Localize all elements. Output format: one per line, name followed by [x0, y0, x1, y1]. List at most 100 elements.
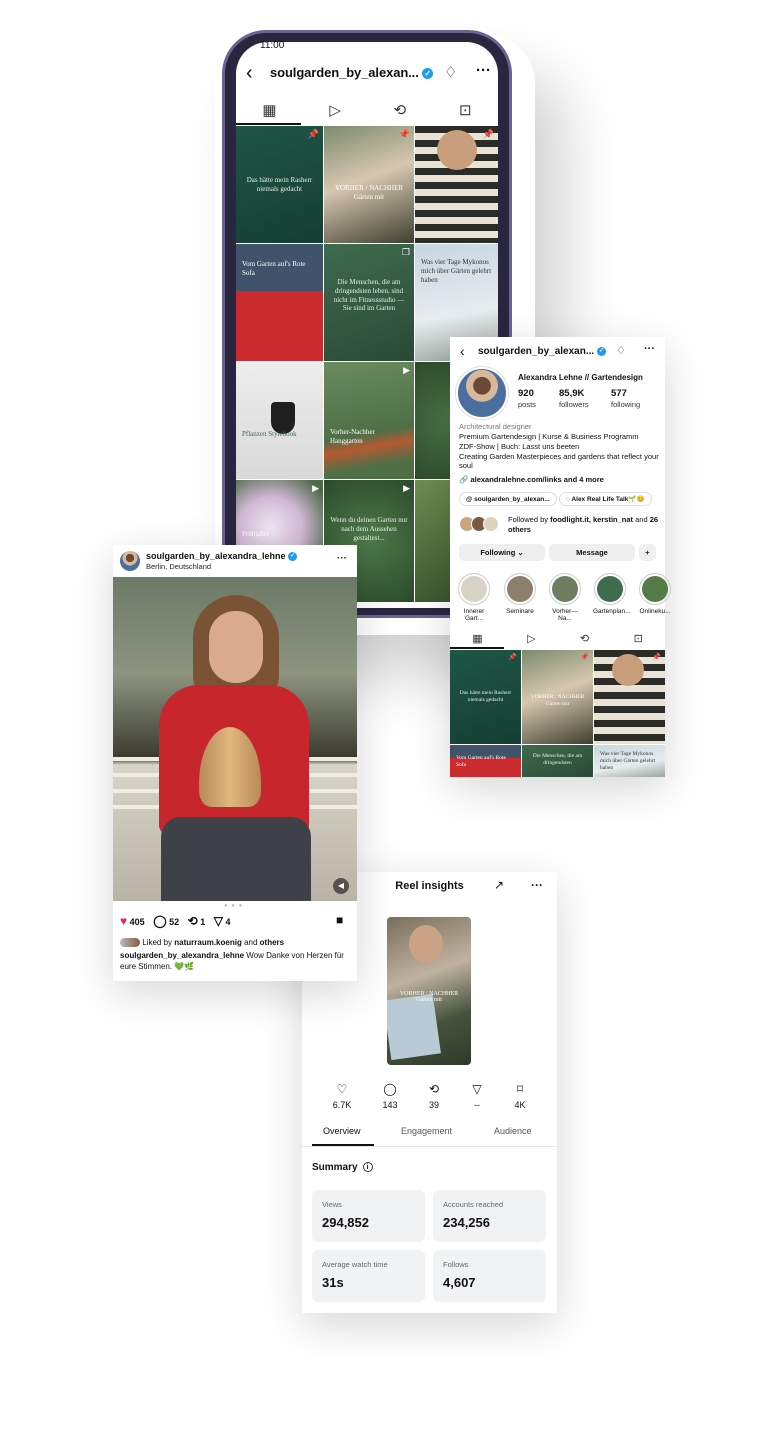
- share-icon[interactable]: ▽: [214, 914, 223, 928]
- reels-icon[interactable]: ▷: [329, 101, 341, 119]
- share-icon: ▽: [472, 1082, 482, 1096]
- save-icon: ⌑: [516, 1082, 524, 1096]
- followed-names: foodlight.it, kerstin_nat: [550, 515, 634, 524]
- stat-posts[interactable]: 920 posts: [518, 388, 536, 409]
- metric-value: 39: [428, 1100, 439, 1110]
- followed-by-text[interactable]: Followed by foodlight.it, kerstin_nat an…: [508, 515, 660, 535]
- profile-tabs: ▦ ▷ ⟲ ⊡: [450, 629, 665, 647]
- liked-others: others: [259, 938, 285, 947]
- stat-label: Follows: [443, 1260, 469, 1269]
- avatar[interactable]: [456, 367, 508, 419]
- grid-post[interactable]: 📌 Das hätte mein Rasherr niemals gedacht: [450, 650, 521, 744]
- more-icon[interactable]: ···: [531, 878, 543, 892]
- more-icon[interactable]: ···: [644, 343, 655, 355]
- grid-post[interactable]: Die Menschen, die am dringendsten: [522, 745, 593, 777]
- grid-icon[interactable]: ▦: [472, 632, 482, 645]
- pin-icon: 📌: [652, 653, 661, 661]
- metric-likes: ♡ 6.7K: [322, 1082, 362, 1110]
- more-icon[interactable]: ···: [337, 553, 347, 564]
- grid-post[interactable]: ❐ Die Menschen, die am dringendsten lebe…: [324, 244, 414, 361]
- stat-box-follows: Follows 4,607: [433, 1250, 546, 1302]
- bio-line: ZDF-Show | Buch: Lasst uns beeten: [459, 441, 580, 451]
- avatar[interactable]: [120, 551, 140, 571]
- info-icon[interactable]: i: [362, 1162, 373, 1173]
- post-location[interactable]: Berlin, Deutschland: [146, 562, 211, 571]
- stat-box-views: Views 294,852: [312, 1190, 425, 1242]
- post-username[interactable]: soulgarden_by_alexandra_lehne ✓: [146, 551, 298, 562]
- highlight-item[interactable]: Gartenplan...: [593, 573, 631, 615]
- stat-value: 920: [518, 388, 534, 399]
- reel-thumbnail[interactable]: VORHER / NACHHER Gärten mit: [387, 917, 471, 1065]
- tagged-icon[interactable]: ⊡: [634, 632, 643, 645]
- reposts-icon[interactable]: ⟲: [394, 101, 407, 119]
- grid-icon[interactable]: ▦: [262, 101, 276, 119]
- avatar: [483, 516, 499, 532]
- reposts-icon[interactable]: ⟲: [580, 632, 589, 645]
- post-caption: Die Menschen, die am dringendsten leben,…: [333, 278, 405, 313]
- trend-up-icon[interactable]: ↗: [494, 878, 504, 892]
- post-photo[interactable]: [113, 577, 357, 901]
- metric-shares: ▽ --: [457, 1082, 497, 1110]
- sketch-paper: [387, 993, 441, 1061]
- liked-by-text[interactable]: Liked by naturraum.koenig and others: [120, 938, 285, 948]
- stat-followers[interactable]: 85,9K followers: [559, 388, 589, 409]
- grid-post[interactable]: 📌 Das hätte mein Rasherr niemals gedacht: [236, 126, 323, 243]
- metric-value: 4K: [514, 1100, 526, 1110]
- stat-value: 234,256: [443, 1215, 490, 1230]
- carousel-dots: ● ● ●: [224, 903, 244, 909]
- profile-category: Architectural designer: [459, 422, 532, 431]
- liker-avatars: [120, 938, 140, 948]
- highlight-item[interactable]: Onlineku...: [638, 573, 672, 615]
- grid-post[interactable]: 📌: [594, 650, 665, 744]
- highlight-item[interactable]: Vorher—Na...: [548, 573, 582, 622]
- grid-post[interactable]: Was vier Tage Mykonos mich über Gärten g…: [594, 745, 665, 777]
- comment-icon[interactable]: ◯: [153, 914, 166, 928]
- reels-icon[interactable]: ▷: [527, 632, 535, 645]
- bell-icon[interactable]: ♢: [444, 63, 457, 81]
- shares-count: 4: [225, 917, 231, 927]
- tab-overview[interactable]: Overview: [323, 1126, 361, 1136]
- stat-following[interactable]: 577 following: [611, 388, 640, 409]
- caption-username[interactable]: soulgarden_by_alexandra_lehne: [120, 951, 244, 960]
- bio-line: Premium Gartendesign | Kurse & Business …: [459, 432, 639, 441]
- post-caption: Pflanzen Stylebook: [242, 430, 297, 438]
- highlight-item[interactable]: Seminare: [503, 573, 537, 615]
- grid-post[interactable]: Vom Garten auf's Rote Sofa: [236, 244, 323, 361]
- grid-post[interactable]: Vom Garten auf's Rote Sofa: [450, 745, 521, 777]
- following-button[interactable]: Following ⌄: [459, 544, 545, 561]
- back-icon[interactable]: ‹: [460, 343, 465, 359]
- post-caption: VORHER / NACHHER Gärten mit: [334, 184, 404, 201]
- bookmark-icon[interactable]: ■: [336, 913, 343, 927]
- message-button[interactable]: Message: [549, 544, 635, 561]
- stat-box-average-watch-time: Average watch time 31s: [312, 1250, 425, 1302]
- repost-icon[interactable]: ⟲: [188, 914, 198, 928]
- broadcast-chip[interactable]: ◌ Alex Real Life Talk🌱😊: [559, 492, 652, 506]
- tagged-icon[interactable]: ⊡: [459, 101, 472, 119]
- post-caption: Das hätte mein Rasherr niemals gedacht: [246, 176, 313, 193]
- grid-post[interactable]: ▶ Vorher-Nachher Hanggarten: [324, 362, 414, 479]
- threads-chip[interactable]: @ soulgarden_by_alexan...: [459, 492, 557, 506]
- highlight-item[interactable]: Innerer Gart...: [457, 573, 491, 622]
- profile-username: soulgarden_by_alexan... ✓: [270, 65, 434, 80]
- link-icon: 🔗: [459, 475, 469, 484]
- grid-post[interactable]: 📌 VORHER / NACHHER Gärten mit: [324, 126, 414, 243]
- profile-link[interactable]: 🔗 alexandralehne.com/links and 4 more: [459, 475, 604, 484]
- bell-icon[interactable]: ♢: [616, 344, 626, 357]
- grid-post[interactable]: Pflanzen Stylebook: [236, 362, 323, 479]
- person-skirt: [161, 817, 311, 901]
- grid-post[interactable]: 📌 VORHER / NACHHER Gärten mit: [522, 650, 593, 744]
- post-caption: Frühjahrs: [242, 530, 269, 538]
- more-icon[interactable]: ···: [476, 62, 491, 79]
- username-text: soulgarden_by_alexan...: [270, 65, 419, 80]
- thumbnail-caption: VORHER / NACHHER Gärten mit: [399, 991, 459, 1003]
- reel-icon: ▶: [312, 483, 319, 493]
- grid-post[interactable]: 📌: [415, 126, 498, 243]
- back-icon[interactable]: ‹: [246, 62, 253, 85]
- post-caption: Wenn du deinen Garten nur nach dem Ausse…: [330, 516, 408, 542]
- mute-icon[interactable]: ◀: [333, 878, 349, 894]
- tab-engagement[interactable]: Engagement: [401, 1126, 452, 1136]
- tab-audience[interactable]: Audience: [494, 1126, 532, 1136]
- likes-count: 405: [129, 917, 145, 927]
- heart-icon[interactable]: ♥: [120, 914, 127, 928]
- add-person-button[interactable]: +: [639, 544, 656, 561]
